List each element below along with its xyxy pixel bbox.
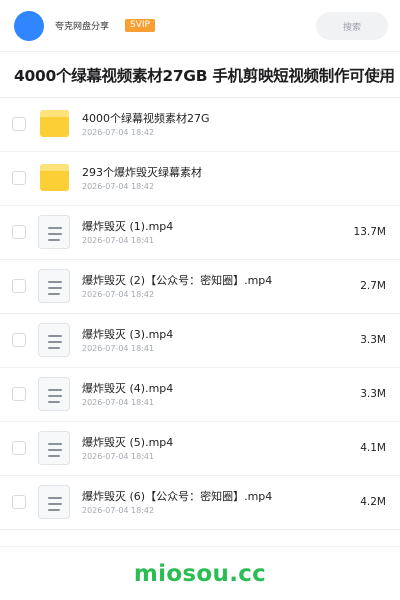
- file-row[interactable]: 4000个绿幕视频素材27G 2026-07-04 18:42: [0, 98, 400, 152]
- video-file-icon: [38, 485, 70, 519]
- file-row[interactable]: 爆炸毁灭 (1).mp4 2026-07-04 18:41 13.7M: [0, 206, 400, 260]
- file-date: 2026-07-04 18:41: [82, 398, 155, 407]
- video-file-icon: [38, 323, 70, 357]
- file-date: 2026-07-04 18:42: [82, 182, 155, 191]
- select-checkbox[interactable]: [12, 387, 26, 401]
- file-date: 2026-07-04 18:41: [82, 344, 155, 353]
- file-row[interactable]: 爆炸毁灭 (2)【公众号：密知圈】.mp4 2026-07-04 18:42 2.7…: [0, 260, 400, 314]
- share-title-bar: 4000个绿幕视频素材27GB 手机剪映短视频制作可使用 1G: [0, 52, 400, 98]
- file-size: 2.7M: [360, 280, 386, 292]
- select-checkbox[interactable]: [12, 117, 26, 131]
- file-size: 3.3M: [360, 388, 386, 400]
- folder-icon: [38, 107, 70, 141]
- select-checkbox[interactable]: [12, 333, 26, 347]
- search-label: 搜索: [342, 22, 361, 33]
- file-name[interactable]: 爆炸毁灭 (2)【公众号：密知圈】.mp4: [82, 272, 272, 288]
- file-size: 4.1M: [360, 442, 386, 454]
- file-date: 2026-07-04 18:42: [82, 506, 155, 515]
- file-name[interactable]: 爆炸毁灭 (6)【公众号：密知圈】.mp4: [82, 488, 272, 504]
- file-name[interactable]: 爆炸毁灭 (1).mp4: [82, 218, 173, 234]
- select-checkbox[interactable]: [12, 279, 26, 293]
- file-date: 2026-07-04 18:41: [82, 452, 155, 461]
- app-name: 夸克网盘分享: [55, 22, 110, 32]
- file-date: 2026-07-04 18:42: [82, 290, 155, 299]
- header-bar: 夸克网盘分享 SVIP 搜索: [0, 0, 400, 52]
- svip-badge: SVIP: [125, 19, 155, 32]
- file-size: 3.3M: [360, 334, 386, 346]
- video-file-icon: [38, 431, 70, 465]
- watermark-text: miosou.cc: [133, 560, 267, 587]
- file-list: 4000个绿幕视频素材27G 2026-07-04 18:42 293个爆炸毁灭绿幕…: [0, 98, 400, 530]
- file-row[interactable]: 爆炸毁灭 (5).mp4 2026-07-04 18:41 4.1M: [0, 422, 400, 476]
- select-checkbox[interactable]: [12, 495, 26, 509]
- file-name[interactable]: 293个爆炸毁灭绿幕素材: [82, 164, 202, 180]
- share-total-size: 1G: [374, 69, 387, 79]
- file-size: 4.2M: [360, 496, 386, 508]
- file-size: 13.7M: [353, 226, 386, 238]
- video-file-icon: [38, 377, 70, 411]
- file-row[interactable]: 爆炸毁灭 (3).mp4 2026-07-04 18:41 3.3M: [0, 314, 400, 368]
- share-title: 4000个绿幕视频素材27GB 手机剪映短视频制作可使用: [14, 67, 395, 85]
- search-button[interactable]: 搜索: [316, 12, 388, 40]
- file-name[interactable]: 爆炸毁灭 (5).mp4: [82, 434, 173, 450]
- select-checkbox[interactable]: [12, 171, 26, 185]
- file-name[interactable]: 4000个绿幕视频素材27G: [82, 110, 210, 126]
- video-file-icon: [38, 215, 70, 249]
- select-checkbox[interactable]: [12, 225, 26, 239]
- footer: miosou.cc: [0, 546, 400, 600]
- avatar[interactable]: [14, 10, 44, 41]
- video-file-icon: [38, 269, 70, 303]
- folder-icon: [38, 161, 70, 195]
- file-row[interactable]: 爆炸毁灭 (6)【公众号：密知圈】.mp4 2026-07-04 18:42 4.2…: [0, 476, 400, 530]
- file-row[interactable]: 爆炸毁灭 (4).mp4 2026-07-04 18:41 3.3M: [0, 368, 400, 422]
- file-name[interactable]: 爆炸毁灭 (4).mp4: [82, 380, 173, 396]
- file-date: 2026-07-04 18:41: [82, 236, 155, 245]
- file-row[interactable]: 293个爆炸毁灭绿幕素材 2026-07-04 18:42: [0, 152, 400, 206]
- file-date: 2026-07-04 18:42: [82, 128, 155, 137]
- select-checkbox[interactable]: [12, 441, 26, 455]
- file-name[interactable]: 爆炸毁灭 (3).mp4: [82, 326, 173, 342]
